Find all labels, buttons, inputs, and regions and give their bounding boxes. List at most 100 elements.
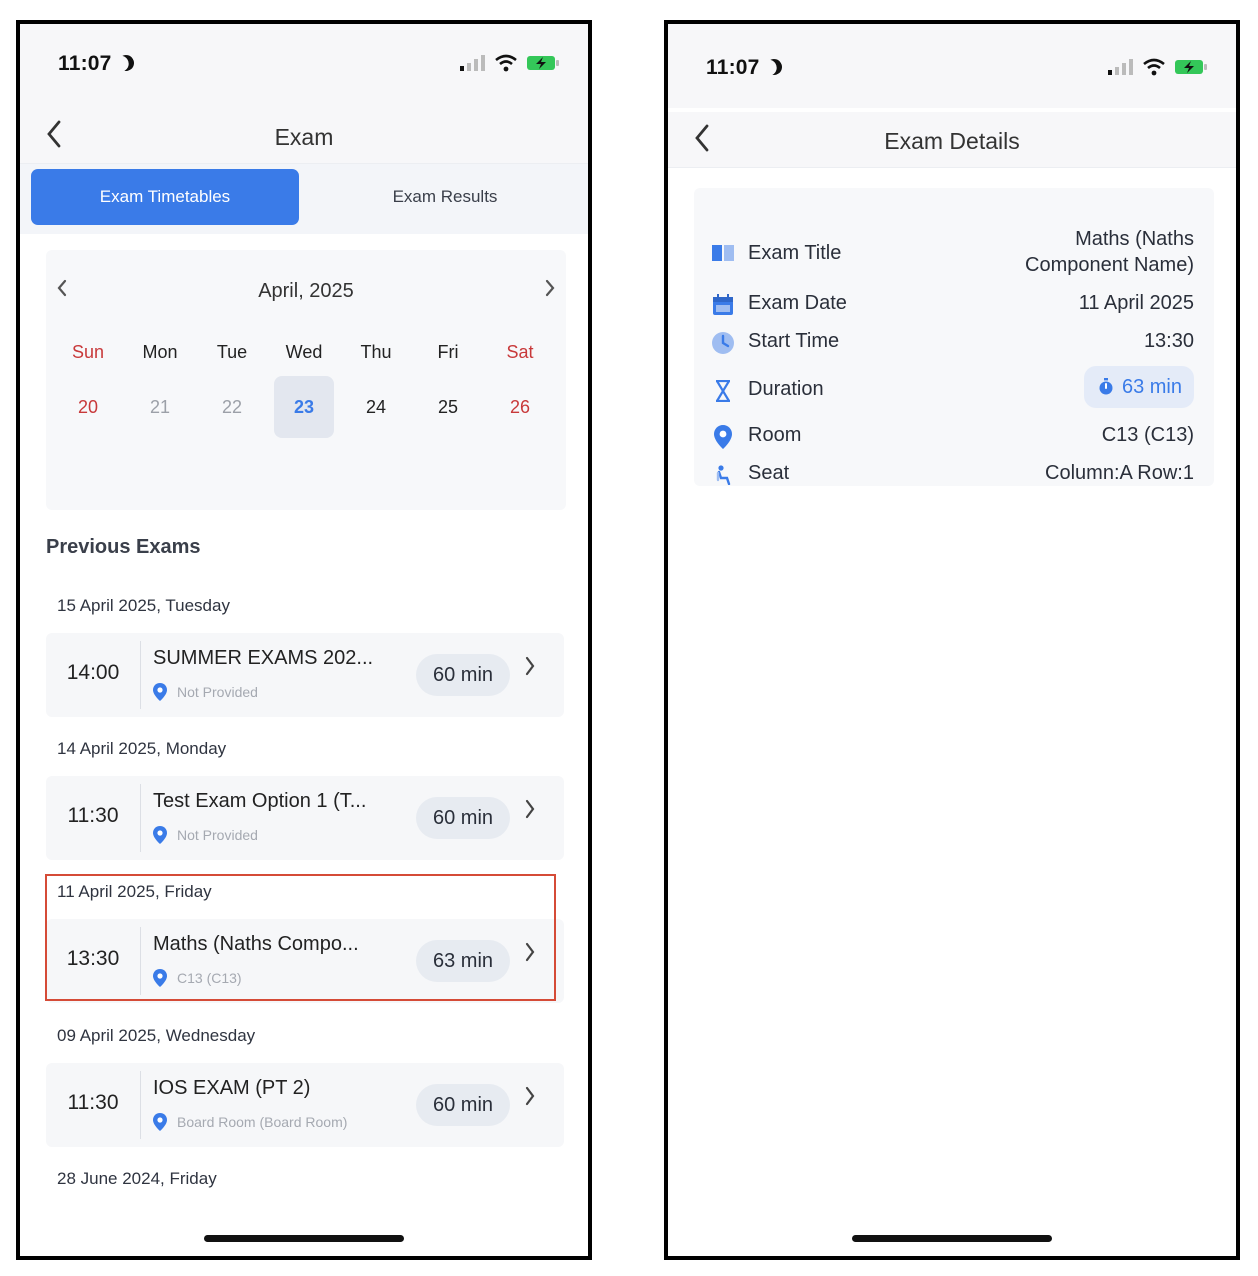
section-title: Previous Exams — [46, 536, 201, 558]
exam-title: IOS EXAM (PT 2) — [153, 1077, 311, 1099]
calendar-day-selected[interactable]: 23 — [274, 376, 334, 438]
exam-time: 11:30 — [67, 804, 119, 827]
exam-date-heading: 14 April 2025, Monday — [57, 739, 227, 758]
exam-title: SUMMER EXAMS 202... — [153, 647, 374, 669]
exam-location-text: Not Provided — [177, 827, 258, 843]
exam-location-text: Not Provided — [177, 684, 258, 700]
chevron-right-icon — [545, 279, 555, 297]
tab-bar: Exam Timetables Exam Results — [20, 164, 588, 234]
tab-exam-results[interactable]: Exam Results — [310, 169, 580, 225]
weekday-sat: Sat — [506, 342, 534, 362]
detail-value: 13:30 — [1143, 330, 1194, 352]
calendar-day[interactable]: 20 — [58, 376, 118, 438]
status-time: 11:07 — [706, 56, 782, 80]
calendar-day[interactable]: 21 — [130, 376, 190, 438]
moon-icon — [115, 52, 137, 74]
exam-date-heading: 15 April 2025, Tuesday — [57, 596, 230, 615]
detail-row-duration: Duration 63 min — [710, 366, 1194, 408]
detail-row-room: Room C13 (C13) — [710, 424, 1194, 454]
detail-value-line: Component Name) — [1025, 254, 1194, 276]
divider — [140, 784, 141, 852]
exam-location: Not Provided — [153, 683, 258, 701]
calendar-day[interactable]: 22 — [202, 376, 262, 438]
nav-bar: Exam Details — [668, 112, 1236, 168]
nav-bar: Exam — [20, 108, 588, 164]
duration-badge: 60 min — [416, 1084, 510, 1126]
book-icon — [710, 240, 736, 266]
divider — [140, 1071, 141, 1139]
exam-location: Board Room (Board Room) — [153, 1113, 347, 1131]
detail-row-start-time: Start Time 13:30 — [710, 330, 1194, 360]
battery-charging-icon — [1175, 60, 1207, 74]
stopwatch-icon — [1099, 378, 1113, 395]
detail-label: Room — [748, 424, 802, 446]
chevron-right-icon — [524, 655, 536, 683]
duration-badge: 60 min — [416, 797, 510, 839]
calendar: April, 2025 Sun Mon Tue Wed Thu Fri Sat … — [46, 250, 566, 510]
status-bar: 11:07 — [20, 24, 588, 108]
exam-date-heading: 28 June 2024, Friday — [57, 1169, 217, 1188]
weekday-thu: Thu — [360, 342, 392, 362]
detail-value: C13 (C13) — [1101, 424, 1194, 446]
exam-list-item[interactable]: 14:00 SUMMER EXAMS 202... Not Provided 6… — [46, 633, 564, 717]
weekday-mon: Mon — [142, 342, 178, 362]
calendar-day[interactable]: 26 — [490, 376, 550, 438]
exam-list-screen: 11:07 Exam Exam Timetables Exam Results … — [16, 20, 592, 1260]
detail-row-exam-title: Exam Title Maths (Naths Component Name) — [710, 222, 1194, 282]
exam-title: Test Exam Option 1 (T... — [153, 790, 367, 812]
page-title: Exam — [274, 124, 334, 150]
weekday-fri: Fri — [437, 342, 459, 362]
calendar-icon — [710, 292, 736, 318]
exam-details-screen: 11:07 Exam Details Exam Title Maths (Nat… — [664, 20, 1240, 1260]
location-pin-icon — [710, 424, 736, 450]
exam-location: Not Provided — [153, 826, 258, 844]
status-icons — [1108, 58, 1208, 76]
hourglass-icon — [710, 378, 736, 404]
home-indicator[interactable] — [204, 1235, 404, 1242]
weekday-sun: Sun — [71, 342, 105, 362]
detail-row-exam-date: Exam Date 11 April 2025 — [710, 292, 1194, 322]
chevron-right-icon — [524, 798, 536, 826]
status-icons — [460, 54, 560, 72]
status-bar: 11:07 — [668, 24, 1236, 108]
divider — [140, 641, 141, 709]
signal-icon — [1108, 59, 1133, 75]
detail-label: Exam Date — [748, 292, 847, 314]
wifi-icon — [495, 54, 517, 72]
detail-value: 11 April 2025 — [1078, 292, 1194, 314]
exam-location-text: Board Room (Board Room) — [177, 1114, 348, 1130]
detail-label: Start Time — [748, 330, 840, 352]
status-time: 11:07 — [58, 52, 134, 76]
highlight-box — [45, 874, 556, 1001]
clock-icon — [710, 330, 736, 356]
exam-list-item[interactable]: 11:30 IOS EXAM (PT 2) Board Room (Board … — [46, 1063, 564, 1147]
exam-time: 14:00 — [66, 661, 120, 684]
calendar-day[interactable]: 25 — [418, 376, 478, 438]
chevron-right-icon — [524, 1085, 536, 1113]
location-pin-icon — [153, 683, 167, 701]
wifi-icon — [1143, 58, 1165, 76]
tab-exam-timetables[interactable]: Exam Timetables — [31, 169, 299, 225]
detail-value: Maths (Naths Component Name) — [1025, 226, 1194, 278]
detail-label: Exam Title — [748, 242, 842, 264]
weekday-wed: Wed — [285, 342, 323, 362]
detail-value: Column:A Row:1 — [1045, 462, 1194, 484]
seat-icon — [710, 462, 736, 488]
calendar-month: April, 2025 — [258, 280, 354, 302]
home-indicator[interactable] — [852, 1235, 1052, 1242]
weekday-tue: Tue — [216, 342, 248, 362]
exam-date-heading: 09 April 2025, Wednesday — [57, 1026, 256, 1045]
signal-icon — [460, 55, 485, 71]
detail-value-line: Maths (Naths — [1075, 228, 1194, 250]
detail-row-seat: Seat Column:A Row:1 — [710, 462, 1194, 492]
calendar-day[interactable]: 24 — [346, 376, 406, 438]
moon-icon — [763, 56, 785, 78]
detail-label: Duration — [748, 378, 824, 400]
exam-time: 11:30 — [67, 1091, 119, 1114]
location-pin-icon — [153, 826, 167, 844]
exam-list-item[interactable]: 11:30 Test Exam Option 1 (T... Not Provi… — [46, 776, 564, 860]
next-month-button[interactable] — [544, 278, 556, 304]
location-pin-icon — [153, 1113, 167, 1131]
page-title: Exam Details — [884, 128, 1020, 154]
duration-badge: 60 min — [416, 654, 510, 696]
